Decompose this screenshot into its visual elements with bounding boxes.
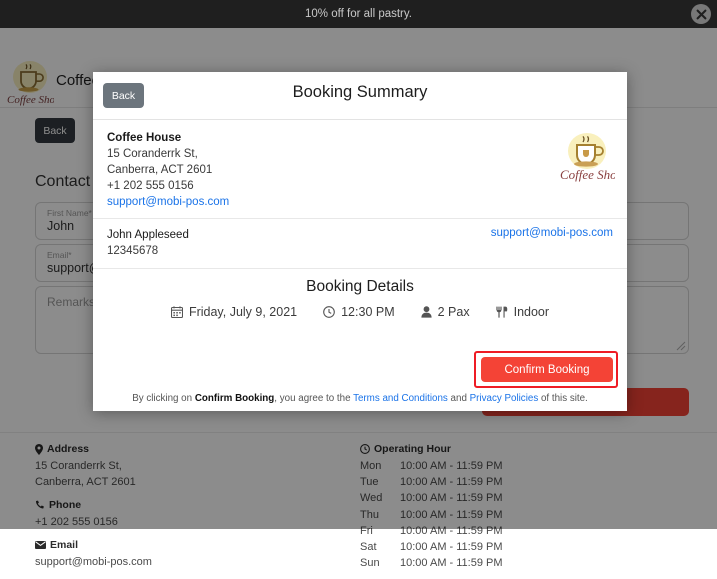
merchant-address-line-2: Canberra, ACT 2601: [107, 162, 613, 178]
promo-text: 10% off for all pastry.: [0, 0, 717, 28]
disclaimer-bold: Confirm Booking: [195, 393, 274, 404]
terms-link[interactable]: Terms and Conditions: [353, 393, 448, 404]
merchant-email-link[interactable]: support@mobi-pos.com: [107, 196, 229, 208]
clock-icon: [323, 306, 335, 318]
booking-details-row: Friday, July 9, 2021 12:30 PM: [93, 305, 627, 319]
footer-email-value: support@mobi-pos.com: [35, 554, 152, 570]
envelope-icon: [35, 541, 46, 549]
disclaimer-suffix: of this site.: [538, 393, 588, 404]
operating-hours-row: Sun10:00 AM - 11:59 PM: [360, 555, 503, 571]
footer-email-label: Email: [50, 539, 78, 551]
merchant-logo-icon: Coffee Shop: [559, 130, 615, 182]
detail-pax: 2 Pax: [421, 305, 470, 319]
merchant-address-line-1: 15 Coranderrk St,: [107, 146, 613, 162]
cutlery-icon: [496, 306, 508, 318]
footer-email-block: Email support@mobi-pos.com: [35, 539, 152, 570]
operating-hours-row: Sat10:00 AM - 11:59 PM: [360, 539, 503, 555]
calendar-icon: [171, 306, 183, 318]
booking-details-title: Booking Details: [93, 278, 627, 296]
terms-disclaimer: By clicking on Confirm Booking, you agre…: [107, 393, 613, 404]
footer-email-heading: Email: [35, 539, 152, 551]
detail-area: Indoor: [496, 305, 549, 319]
booking-details-block: Booking Details Friday, July 9, 2021: [93, 269, 627, 319]
promo-bar: 10% off for all pastry.: [0, 0, 717, 28]
modal-title: Booking Summary: [93, 83, 627, 102]
operating-hours-time: 10:00 AM - 11:59 PM: [400, 539, 503, 555]
modal-footer: Confirm Booking By clicking on Confirm B…: [93, 357, 627, 411]
disclaimer-prefix: By clicking on: [132, 393, 195, 404]
merchant-info-block: Coffee House 15 Coranderrk St, Canberra,…: [93, 120, 627, 219]
customer-phone: 12345678: [107, 243, 613, 259]
operating-hours-day: Sun: [360, 555, 400, 571]
detail-area-value: Indoor: [514, 305, 549, 319]
merchant-phone: +1 202 555 0156: [107, 178, 613, 194]
operating-hours-day: Sat: [360, 539, 400, 555]
detail-date: Friday, July 9, 2021: [171, 305, 297, 319]
svg-text:Coffee Shop: Coffee Shop: [560, 167, 615, 182]
detail-pax-value: 2 Pax: [438, 305, 470, 319]
customer-email-link[interactable]: support@mobi-pos.com: [491, 227, 613, 239]
close-icon[interactable]: [691, 4, 711, 24]
detail-time: 12:30 PM: [323, 305, 395, 319]
merchant-name: Coffee House: [107, 130, 613, 146]
operating-hours-time: 10:00 AM - 11:59 PM: [400, 555, 503, 571]
person-icon: [421, 306, 432, 318]
disclaimer-conjunction: and: [448, 393, 470, 404]
confirm-button-wrap: Confirm Booking: [107, 357, 613, 382]
modal-header: Back Booking Summary: [93, 72, 627, 120]
privacy-link[interactable]: Privacy Policies: [470, 393, 539, 404]
detail-time-value: 12:30 PM: [341, 305, 395, 319]
disclaimer-middle: , you agree to the: [274, 393, 353, 404]
confirm-booking-button[interactable]: Confirm Booking: [481, 357, 613, 382]
booking-summary-modal: Back Booking Summary Coffee House 15 Cor…: [93, 72, 627, 411]
detail-date-value: Friday, July 9, 2021: [189, 305, 297, 319]
customer-info-block: John Appleseed 12345678 support@mobi-pos…: [93, 219, 627, 269]
